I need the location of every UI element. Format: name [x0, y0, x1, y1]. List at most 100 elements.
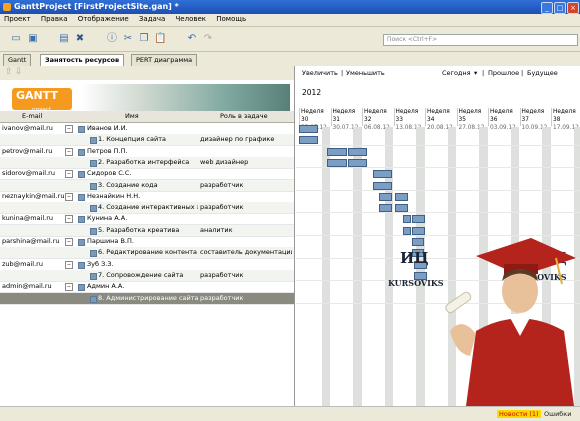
- row-name: Петров П.П.: [87, 146, 128, 155]
- arrow-down-icon[interactable]: ⇩: [15, 67, 23, 77]
- tree-line-icon: [65, 249, 71, 255]
- table-row[interactable]: sidorov@mail.ru − Сидоров С.С.: [0, 168, 294, 181]
- week-header: Неделя 3023.07.12: [299, 108, 331, 131]
- allocation-bar[interactable]: [412, 215, 426, 224]
- tab-pert[interactable]: PERT диаграмма: [131, 54, 198, 66]
- chevron-down-icon[interactable]: ▾: [474, 69, 477, 77]
- cut-icon[interactable]: ✂: [122, 33, 134, 45]
- collapse-icon[interactable]: −: [65, 238, 73, 246]
- table-row[interactable]: 6. Редактирование контента составитель до…: [0, 247, 294, 260]
- menu-task[interactable]: Задача: [135, 14, 169, 24]
- paste-icon[interactable]: 📋: [154, 33, 166, 45]
- undo-icon[interactable]: ↶: [186, 33, 198, 45]
- allocation-bar[interactable]: [327, 158, 347, 167]
- maximize-button[interactable]: □: [554, 2, 566, 14]
- resource-table-pane: ⇧ ⇩ GANTT project E-mail Имя Роль в зада…: [0, 66, 295, 406]
- tab-resources[interactable]: Занятость ресурсов: [40, 54, 125, 66]
- news-link[interactable]: Новости (1): [497, 410, 541, 418]
- today-button[interactable]: Сегодня: [442, 69, 471, 77]
- divider: |: [521, 69, 524, 77]
- row-name: Сидоров С.С.: [87, 169, 132, 178]
- table-row[interactable]: 4. Создание интерактивных э... разработчи…: [0, 202, 294, 215]
- week-header: Неделя 34 20.08.12: [425, 108, 457, 131]
- prev-button[interactable]: Прошлое: [488, 69, 519, 77]
- allocation-bar[interactable]: [299, 125, 319, 133]
- allocation-bar[interactable]: [373, 170, 393, 179]
- allocation-bar[interactable]: [412, 238, 424, 246]
- table-row[interactable]: 2. Разработка интерфейса web дизайнер: [0, 156, 294, 169]
- logo-main: GANTT: [16, 89, 59, 102]
- next-button[interactable]: Будущее: [527, 69, 558, 77]
- nav-arrows: ⇧ ⇩: [0, 66, 294, 80]
- allocation-bar[interactable]: [395, 204, 409, 213]
- menu-edit[interactable]: Правка: [37, 14, 72, 24]
- info-icon[interactable]: ⓘ: [106, 33, 118, 45]
- table-row[interactable]: 7. Сопровождение сайта разработчик: [0, 269, 294, 282]
- view-tabs: Gantt Занятость ресурсов PERT диаграмма: [0, 52, 580, 66]
- table-row[interactable]: 5. Разработка креатива аналитик: [0, 224, 294, 237]
- allocation-bar[interactable]: [379, 192, 393, 201]
- allocation-bar[interactable]: [412, 226, 426, 235]
- table-row[interactable]: 1. Концепция сайта дизайнер по графике: [0, 134, 294, 147]
- close-button[interactable]: ×: [567, 2, 579, 14]
- menu-help[interactable]: Помощь: [212, 14, 250, 24]
- row-email: admin@mail.ru: [2, 282, 52, 291]
- person-icon: [78, 126, 85, 133]
- week-header: Неделя 33 13.08.12: [393, 108, 426, 131]
- table-row[interactable]: 8. Администрирование сайта разработчик: [0, 292, 294, 305]
- week-header: Неделя 36 03.09.12: [488, 108, 520, 131]
- allocation-bar[interactable]: [299, 136, 319, 145]
- toolbar: ▭ ▣ ▤ ✖ ⓘ ✂ ❐ 📋 ↶ ↷ Поиск <Ctrl+F>: [0, 27, 580, 52]
- table-row[interactable]: ivanov@mail.ru − Иванов И.И.: [0, 123, 294, 135]
- search-input[interactable]: Поиск <Ctrl+F>: [383, 34, 578, 46]
- menu-view[interactable]: Отображение: [74, 14, 133, 24]
- table-row[interactable]: parshina@mail.ru − Паршина В.П.: [0, 236, 294, 248]
- tab-gantt[interactable]: Gantt: [3, 54, 32, 66]
- person-icon: [78, 216, 85, 224]
- minimize-button[interactable]: _: [541, 2, 553, 14]
- allocation-bar[interactable]: [395, 192, 409, 201]
- table-row[interactable]: neznaykin@mail.ru − Незнайкин Н.Н.: [0, 191, 294, 203]
- collapse-icon[interactable]: −: [65, 215, 73, 224]
- allocation-bar[interactable]: [327, 147, 347, 156]
- col-name[interactable]: Имя: [125, 112, 139, 120]
- menu-project[interactable]: Проект: [0, 14, 35, 24]
- collapse-icon[interactable]: −: [65, 283, 73, 292]
- year-label: 2012: [302, 88, 322, 97]
- table-row[interactable]: admin@mail.ru − Админ А.А.: [0, 281, 294, 294]
- zoom-in-button[interactable]: Увеличить: [302, 69, 338, 77]
- allocation-bar[interactable]: [379, 204, 393, 213]
- delete-icon[interactable]: ✖: [74, 33, 86, 45]
- collapse-icon[interactable]: −: [65, 192, 73, 201]
- arrow-up-icon[interactable]: ⇧: [5, 67, 13, 77]
- row-divider: [296, 189, 580, 191]
- col-email[interactable]: E-mail: [22, 112, 42, 120]
- person-icon: [78, 148, 85, 156]
- allocation-bar[interactable]: [373, 181, 393, 190]
- table-row[interactable]: zub@mail.ru − Зуб З.З.: [0, 259, 294, 271]
- zoom-out-button[interactable]: Уменьшить: [346, 69, 385, 77]
- allocation-bar[interactable]: [402, 215, 412, 224]
- row-role: разработчик: [200, 270, 244, 279]
- person-icon: [78, 239, 85, 246]
- person-icon: [78, 193, 85, 201]
- menu-human[interactable]: Человек: [172, 14, 211, 24]
- copy-icon[interactable]: ❐: [138, 33, 150, 45]
- col-role[interactable]: Роль в задаче: [220, 112, 268, 120]
- collapse-icon[interactable]: −: [65, 147, 73, 156]
- allocation-bar[interactable]: [347, 147, 368, 156]
- save-icon[interactable]: ▣: [27, 33, 39, 45]
- open-icon[interactable]: ▭: [10, 33, 22, 45]
- table-row[interactable]: 3. Создание кода разработчик: [0, 179, 294, 192]
- allocation-bar[interactable]: [402, 226, 412, 235]
- table-row[interactable]: kunina@mail.ru − Кунина А.А.: [0, 213, 294, 226]
- allocation-bar[interactable]: [347, 158, 368, 167]
- errors-link[interactable]: Ошибки: [544, 410, 571, 418]
- collapse-icon[interactable]: −: [65, 170, 73, 179]
- collapse-icon[interactable]: −: [65, 125, 73, 133]
- table-row[interactable]: petrov@mail.ru − Петров П.П.: [0, 146, 294, 158]
- new-task-icon[interactable]: ▤: [58, 33, 70, 45]
- app-icon: [3, 3, 11, 11]
- redo-icon[interactable]: ↷: [202, 33, 214, 45]
- collapse-icon[interactable]: −: [65, 260, 73, 269]
